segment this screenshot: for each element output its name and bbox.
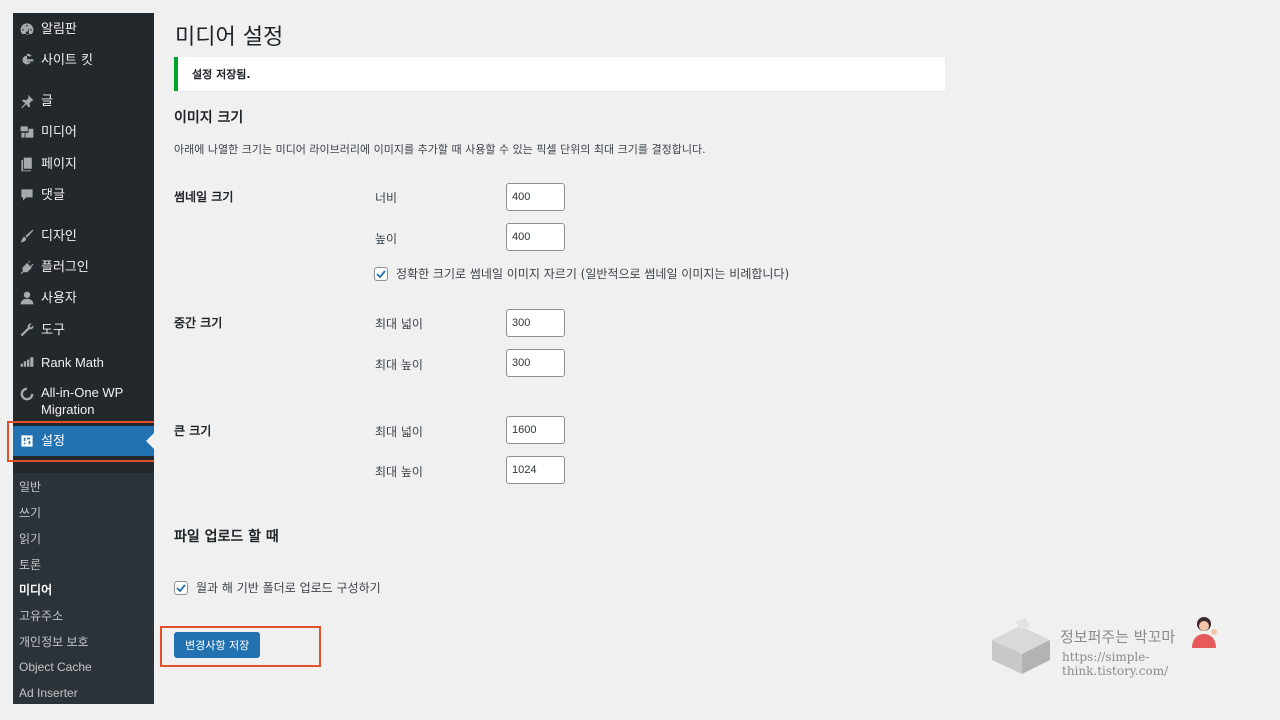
sidebar-item-label: 플러그인	[41, 259, 89, 275]
uploads-folder-option[interactable]: 월과 해 기반 폴더로 업로드 구성하기	[174, 579, 381, 596]
save-highlight-box	[160, 626, 321, 667]
media-icon	[13, 124, 41, 140]
submenu-item-object-cache[interactable]: Object Cache	[19, 660, 92, 674]
dashboard-icon	[13, 21, 41, 37]
medium-width-input[interactable]	[506, 309, 565, 337]
sidebar-item-label: 사이트 킷	[41, 52, 93, 68]
rankmath-icon	[13, 354, 41, 370]
sidebar-item-label: 알림판	[41, 21, 77, 37]
wrench-icon	[13, 322, 41, 338]
sidebar-item-label: 사용자	[41, 290, 77, 306]
sidebar-item-pages[interactable]: 페이지	[13, 150, 154, 178]
sidebar-item-tools[interactable]: 도구	[13, 316, 154, 344]
sidebar-item-plugins[interactable]: 플러그인	[13, 253, 154, 281]
main-content: 미디어 설정 설정 저장됨. 이미지 크기 아래에 나열한 크기는 미디어 라이…	[154, 13, 946, 704]
watermark-name: 정보퍼주는 박꼬마	[1060, 628, 1176, 646]
large-height-label: 최대 높이	[375, 465, 423, 479]
sidebar-item-label: 댓글	[41, 187, 65, 203]
large-size-label: 큰 크기	[174, 424, 212, 438]
google-g-icon	[13, 52, 41, 68]
medium-height-label: 최대 높이	[375, 358, 423, 372]
cube-logo-icon	[992, 618, 1050, 674]
thumbnail-crop-label: 정확한 크기로 썸네일 이미지 자르기 (일반적으로 썸네일 이미지는 비례합니…	[396, 267, 790, 281]
thumbnail-width-input[interactable]	[506, 183, 565, 211]
submenu-item-writing[interactable]: 쓰기	[19, 504, 41, 521]
thumbnail-crop-checkbox[interactable]	[374, 266, 388, 281]
sidebar-item-label: Rank Math	[41, 354, 104, 370]
large-width-input[interactable]	[506, 416, 565, 444]
sidebar-item-site-kit[interactable]: 사이트 킷	[13, 46, 154, 74]
medium-height-input[interactable]	[506, 349, 565, 377]
medium-size-label: 중간 크기	[174, 316, 223, 330]
sidebar-item-rank-math[interactable]: Rank Math	[13, 348, 154, 376]
submenu-item-ad-inserter[interactable]: Ad Inserter	[19, 686, 78, 700]
sidebar-item-comments[interactable]: 댓글	[13, 181, 154, 209]
sidebar-item-posts[interactable]: 글	[13, 87, 154, 115]
sidebar-item-users[interactable]: 사용자	[13, 284, 154, 312]
image-sizes-heading: 이미지 크기	[174, 110, 244, 126]
admin-sidebar: 알림판 사이트 킷 글 미디어 페이지 댓글 디자인 플러그인 사용자 도구 R	[13, 13, 154, 704]
uploads-heading: 파일 업로드 할 때	[174, 529, 279, 545]
submenu-item-discussion[interactable]: 토론	[19, 556, 41, 573]
thumbnail-height-input[interactable]	[506, 223, 565, 251]
sidebar-item-label: 디자인	[41, 228, 77, 244]
submenu-item-media[interactable]: 미디어	[19, 581, 52, 598]
settings-submenu: 일반 쓰기 읽기 토론 미디어 고유주소 개인정보 보호 Object Cach…	[13, 473, 154, 704]
submenu-item-permalinks[interactable]: 고유주소	[19, 607, 63, 624]
migration-icon	[13, 384, 41, 402]
watermark: 정보퍼주는 박꼬마 https://simple-think.tistory.c…	[990, 612, 1250, 678]
submenu-item-reading[interactable]: 읽기	[19, 530, 41, 547]
uploads-folder-checkbox[interactable]	[174, 580, 188, 595]
user-icon	[13, 290, 41, 306]
large-width-label: 최대 넓이	[375, 425, 423, 439]
pushpin-icon	[13, 93, 41, 109]
image-sizes-description: 아래에 나열한 크기는 미디어 라이브러리에 이미지를 추가할 때 사용할 수 …	[174, 143, 706, 156]
large-height-input[interactable]	[506, 456, 565, 484]
uploads-folder-label: 월과 해 기반 폴더로 업로드 구성하기	[196, 581, 381, 595]
medium-width-label: 최대 넓이	[375, 317, 423, 331]
sidebar-item-migration[interactable]: All-in-One WP Migration	[13, 384, 154, 424]
notice-text: 설정 저장됨.	[192, 68, 251, 81]
sidebar-item-label: 미디어	[41, 124, 77, 140]
submenu-item-privacy[interactable]: 개인정보 보호	[19, 633, 89, 650]
sidebar-item-label: 페이지	[41, 156, 77, 172]
settings-saved-notice: 설정 저장됨.	[174, 57, 945, 91]
sidebar-item-label: 글	[41, 93, 53, 109]
checkmark-icon	[176, 583, 186, 592]
checkmark-icon	[376, 269, 386, 278]
sidebar-item-label: All-in-One WP Migration	[41, 385, 124, 417]
sidebar-item-dashboard[interactable]: 알림판	[13, 15, 154, 43]
thumbnail-width-label: 너비	[375, 191, 398, 205]
plugin-icon	[13, 259, 41, 275]
settings-highlight-box	[7, 421, 167, 462]
sidebar-item-media[interactable]: 미디어	[13, 118, 154, 146]
pages-icon	[13, 156, 41, 172]
watermark-url: https://simple-think.tistory.com/	[1062, 650, 1169, 678]
page-title: 미디어 설정	[175, 25, 284, 50]
comment-icon	[13, 187, 41, 203]
submenu-item-general[interactable]: 일반	[19, 478, 41, 495]
thumbnail-height-label: 높이	[375, 232, 398, 246]
brush-icon	[13, 228, 41, 244]
sidebar-item-appearance[interactable]: 디자인	[13, 222, 154, 250]
character-figure-icon	[1192, 617, 1217, 648]
thumbnail-size-label: 썸네일 크기	[174, 190, 234, 204]
thumbnail-crop-option[interactable]: 정확한 크기로 썸네일 이미지 자르기 (일반적으로 썸네일 이미지는 비례합니…	[374, 265, 789, 282]
sidebar-item-label: 도구	[41, 322, 65, 338]
